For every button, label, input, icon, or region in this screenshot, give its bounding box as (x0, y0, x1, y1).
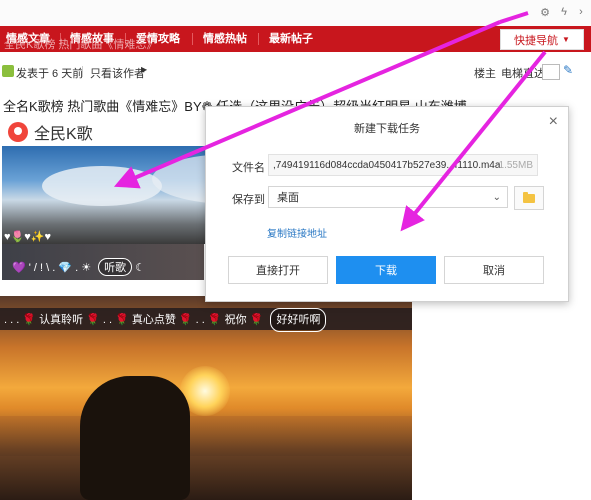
annotation-arrows (113, 11, 547, 232)
arrow-to-download (400, 50, 547, 232)
arrow-head-top (499, 11, 529, 24)
arrow-to-dialog (113, 20, 501, 189)
